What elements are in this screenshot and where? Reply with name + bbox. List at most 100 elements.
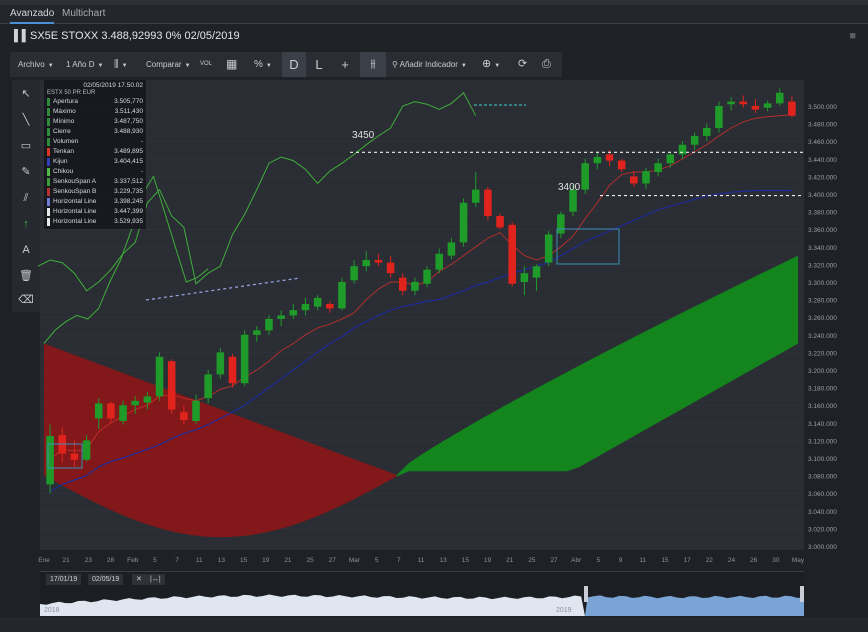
y-tick-label: 3.240.000 xyxy=(808,333,837,340)
ohlc-info-panel: 02/05/2019 17.50.02 ESTX 50 PR EUR Apert… xyxy=(44,80,146,229)
x-tick-label: 30 xyxy=(772,557,780,564)
candle-body xyxy=(180,412,188,421)
x-tick-label: 21 xyxy=(284,557,292,564)
volume-toggle[interactable]: VOL xyxy=(200,52,212,77)
y-tick-label: 3.180.000 xyxy=(808,386,837,393)
x-tick-label: 27 xyxy=(329,557,337,564)
candle-body xyxy=(350,266,358,281)
nav-year-left: 2018 xyxy=(44,607,60,614)
info-label: Volumen xyxy=(53,138,79,145)
y-tick-label: 3.440.000 xyxy=(808,157,837,164)
top-strip xyxy=(0,0,868,5)
refresh-icon[interactable]: ⟳ xyxy=(518,52,527,77)
percent-label: % xyxy=(254,59,263,70)
info-value: 3.447,399 xyxy=(114,208,143,215)
x-tick-label: 22 xyxy=(706,557,714,564)
percent-scale-button[interactable]: % ▼ xyxy=(254,52,272,77)
x-tick-label: 21 xyxy=(506,557,514,564)
chevron-down-icon: ▼ xyxy=(184,63,191,69)
print-icon[interactable]: ⎙ xyxy=(542,52,551,77)
y-tick-label: 3.000.000 xyxy=(808,544,837,551)
info-row: Mínimo 3.487,750 xyxy=(47,117,143,127)
info-label: Máximo xyxy=(53,108,76,115)
line-button[interactable]: L xyxy=(308,52,330,77)
tab-multichart[interactable]: Multichart xyxy=(62,8,105,19)
candle-body xyxy=(617,160,626,170)
x-tick-label: 28 xyxy=(107,557,115,564)
x-tick-label: 15 xyxy=(240,557,248,564)
x-tick-label: Abr xyxy=(571,557,582,564)
candle-body xyxy=(435,253,444,270)
nav-from-date[interactable]: 17/01/19 xyxy=(46,574,82,585)
add-indicator-label: Añadir Indicador xyxy=(399,60,458,69)
archivo-menu[interactable]: Archivo ▼ xyxy=(18,52,54,77)
series-swatch xyxy=(47,138,50,146)
series-swatch xyxy=(47,148,50,156)
x-axis: Ene 21 23 28 Feb 5 7 11 13 15 19 21 25 27 Mar 5 7 11 13 15 1… xyxy=(38,557,805,564)
info-row: SenkouSpan A 3.337,512 xyxy=(47,177,143,187)
info-value: 3.529,935 xyxy=(114,218,143,225)
zoom-icon[interactable]: ⊕ ▼ xyxy=(482,52,500,77)
candle-body xyxy=(167,361,176,410)
chart-style-button[interactable]: ⫼ ▼ xyxy=(114,52,128,77)
y-tick-label: 3.120.000 xyxy=(808,438,837,445)
info-label: Apertura xyxy=(53,98,78,105)
tab-bar: Avanzado Multichart xyxy=(0,0,868,24)
x-tick-label: Ene xyxy=(38,557,50,564)
add-indicator-menu[interactable]: ⚲ Añadir Indicador ▼ xyxy=(392,52,467,77)
daily-button[interactable]: D xyxy=(282,52,306,77)
x-tick-label: 25 xyxy=(307,557,315,564)
y-tick-label: 3.360.000 xyxy=(808,227,837,234)
candle-body xyxy=(727,101,735,105)
info-label: Cierre xyxy=(53,128,71,135)
candle-body xyxy=(703,128,711,136)
lock-icon[interactable]: ■ xyxy=(849,30,856,42)
y-tick-label: 3.140.000 xyxy=(808,421,837,428)
candle-body xyxy=(411,282,419,291)
grid-icon[interactable]: ▦ xyxy=(226,52,237,77)
candle-body xyxy=(119,405,127,422)
nav-area-past xyxy=(40,594,585,616)
candle-body xyxy=(678,144,687,155)
crosshair-icon[interactable]: + xyxy=(334,52,356,77)
x-tick-label: 5 xyxy=(153,557,157,564)
info-label: Chikou xyxy=(53,168,74,175)
info-row: Horizontal Line 3.398,245 xyxy=(47,197,143,207)
candle-body xyxy=(46,436,54,485)
y-axis: 3.000.000 3.020.000 3.040.000 3.060.000 3.08… xyxy=(808,104,837,551)
trading-app: Avanzado Multichart ▌▌ SX5E STOXX 3.488,… xyxy=(0,0,868,632)
candle-body xyxy=(204,374,212,399)
series-swatch xyxy=(47,198,50,206)
chevron-down-icon: ▼ xyxy=(460,63,467,69)
y-tick-label: 3.260.000 xyxy=(808,315,837,322)
x-tick-label: 5 xyxy=(375,557,379,564)
candle-body xyxy=(484,189,492,216)
series-swatch xyxy=(47,108,50,116)
x-tick-label: 17 xyxy=(684,557,692,564)
time-navigator[interactable]: 17/01/19 02/05/19 ✕ |↔| 2018 2019 xyxy=(40,571,804,616)
x-tick-label: 19 xyxy=(484,557,492,564)
info-value: - xyxy=(140,168,143,175)
y-tick-label: 3.300.000 xyxy=(808,280,837,287)
comparar-menu[interactable]: Comparar ▼ xyxy=(146,52,191,77)
nav-fit-icon[interactable]: |↔| xyxy=(146,574,165,585)
period-select[interactable]: 1 Año D ▼ xyxy=(66,52,103,77)
candle-body xyxy=(326,304,334,309)
chevron-down-icon: ▼ xyxy=(265,63,272,69)
nav-handle-right[interactable] xyxy=(800,586,804,602)
series-swatch xyxy=(47,98,50,106)
tab-avanzado[interactable]: Avanzado xyxy=(10,8,55,24)
x-tick-label: 13 xyxy=(440,557,448,564)
candle-body xyxy=(277,315,285,319)
level-3400-label: 3400 xyxy=(558,182,581,193)
nav-close-icon[interactable]: ✕ xyxy=(132,574,146,585)
nav-handle-left[interactable] xyxy=(584,586,588,602)
x-tick-label: 5 xyxy=(597,557,601,564)
info-row: Volumen - xyxy=(47,137,143,147)
chart-type-icon: ▌▌ xyxy=(14,30,30,42)
x-tick-label: 19 xyxy=(262,557,270,564)
candle-body xyxy=(520,273,529,282)
candle-body xyxy=(143,396,152,403)
candles-icon[interactable]: ⫵ xyxy=(360,52,386,77)
nav-to-date[interactable]: 02/05/19 xyxy=(88,574,124,585)
